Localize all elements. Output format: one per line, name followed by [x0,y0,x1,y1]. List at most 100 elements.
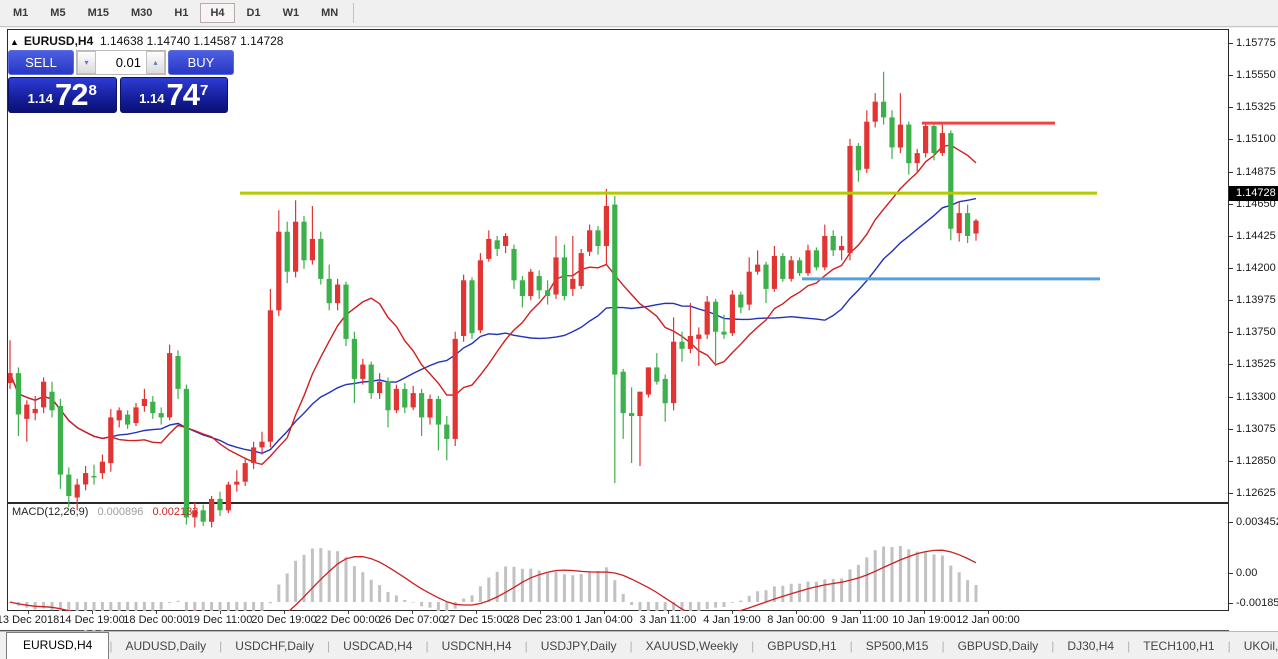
macd-histogram-bar [597,571,600,602]
macd-histogram-bar [739,601,742,602]
candle-body [898,125,903,148]
price-tick [1229,204,1233,205]
timeframe-button-M30[interactable]: M30 [121,3,162,23]
macd-histogram-bar [924,552,927,603]
tab-UKOil-H1[interactable]: UKOil,H1 [1231,634,1278,659]
macd-histogram-bar [395,596,398,603]
tab-SP500-M15[interactable]: SP500,M15 [853,634,942,659]
price-tick [1229,43,1233,44]
sell-price-main: 72 [55,81,87,109]
candle-body [394,389,399,410]
macd-histogram-bar [336,551,339,602]
candle-body [595,230,600,246]
sell-button[interactable]: SELL [8,50,74,75]
macd-histogram-bar [513,567,516,602]
price-axis-label: 1.13975 [1236,294,1276,306]
tab-GBPUSD-H1[interactable]: GBPUSD,H1 [754,634,849,659]
macd-histogram-bar [756,591,759,602]
timeframe-button-M15[interactable]: M15 [78,3,119,23]
candle-body [217,499,222,510]
candle-body [562,257,567,296]
candle-body [411,393,416,407]
macd-histogram-bar [168,602,171,603]
price-axis-label: 1.15775 [1236,37,1276,49]
price-tick [1229,75,1233,76]
candle-body [453,339,458,439]
price-axis[interactable]: 1.157751.155501.153251.151001.148751.146… [1229,29,1278,631]
ohlc-values: 1.14638 1.14740 1.14587 1.14728 [100,34,284,48]
macd-histogram-bar [454,602,457,609]
buy-price-tile[interactable]: 1.14 74 7 [120,77,229,113]
time-axis-label: 8 Jan 00:00 [767,614,825,626]
timeframe-button-M1[interactable]: M1 [3,3,38,23]
candle-body [133,407,138,423]
candle-body [310,239,315,260]
timeframe-button-H4[interactable]: H4 [200,3,234,23]
macd-histogram-bar [933,555,936,603]
tab-USDCHF-Daily[interactable]: USDCHF,Daily [222,634,327,659]
tab-EURUSD-H4[interactable]: EURUSD,H4 [6,632,109,659]
tab-DJ30-H4[interactable]: DJ30,H4 [1054,634,1127,659]
tab-USDCAD-H4[interactable]: USDCAD,H4 [330,634,425,659]
macd-histogram-bar [378,585,381,602]
tab-XAUUSD-Weekly[interactable]: XAUUSD,Weekly [633,634,751,659]
candle-body [327,279,332,303]
candle-body [520,280,525,296]
macd-histogram-bar [571,575,574,602]
chart-surface[interactable] [8,58,1228,639]
candle-body [763,265,768,289]
buy-button[interactable]: BUY [168,50,234,75]
tab-AUDUSD-Daily[interactable]: AUDUSD,Daily [112,634,219,659]
candle-body [612,205,617,375]
price-axis-label: 1.14875 [1236,166,1276,178]
tab-USDJPY-Daily[interactable]: USDJPY,Daily [528,634,630,659]
time-axis[interactable]: 13 Dec 201814 Dec 19:0018 Dec 00:0019 De… [0,611,1278,630]
sell-price-tile[interactable]: 1.14 72 8 [8,77,117,113]
time-axis-label: 28 Dec 23:00 [507,614,572,626]
volume-input[interactable] [96,51,146,74]
macd-histogram-bar [706,602,709,609]
candle-body [478,260,483,330]
macd-histogram-bar [479,586,482,602]
panel-collapse-icon[interactable]: ▲ [10,37,19,47]
macd-histogram-bar [294,561,297,602]
candle-body [537,276,542,290]
macd-axis-label: 0.00 [1236,567,1257,579]
chart-window: ▲EURUSD,H4 1.14638 1.14740 1.14587 1.147… [0,28,1278,632]
candle-body [444,425,449,439]
macd-histogram-bar [504,567,507,603]
candle-body [671,342,676,403]
macd-histogram-bar [269,602,272,603]
timeframe-button-M5[interactable]: M5 [40,3,75,23]
timeframe-button-W1[interactable]: W1 [273,3,310,23]
buy-price-main: 74 [166,81,198,109]
tab-TECH100-H1[interactable]: TECH100,H1 [1130,634,1227,659]
volume-decrease-icon[interactable]: ▾ [77,51,96,74]
candle-body [755,265,760,272]
timeframe-button-D1[interactable]: D1 [237,3,271,23]
tab-GBPUSD-Daily[interactable]: GBPUSD,Daily [945,634,1052,659]
price-axis-label: 1.15325 [1236,101,1276,113]
buy-price-pip: 7 [200,85,208,97]
timeframe-button-MN[interactable]: MN [311,3,348,23]
candle-body [100,462,105,473]
candle-body [713,302,718,332]
volume-increase-icon[interactable]: ▴ [146,51,165,74]
candle-body [49,392,54,411]
candle-body [175,356,180,389]
macd-histogram-bar [286,574,289,603]
candle-body [570,279,575,289]
price-axis-label: 1.14200 [1236,262,1276,274]
timeframe-button-H1[interactable]: H1 [164,3,198,23]
macd-histogram-bar [160,602,163,610]
tab-USDCNH-H4[interactable]: USDCNH,H4 [429,634,525,659]
candle-body [33,409,38,413]
macd-histogram-bar [941,556,944,603]
candle-body [814,250,819,267]
candle-body [385,382,390,411]
candle-body [604,206,609,246]
candle-body [66,475,71,496]
macd-histogram-bar [151,602,154,611]
time-axis-label: 9 Jan 11:00 [832,614,889,626]
macd-histogram-bar [51,602,54,610]
